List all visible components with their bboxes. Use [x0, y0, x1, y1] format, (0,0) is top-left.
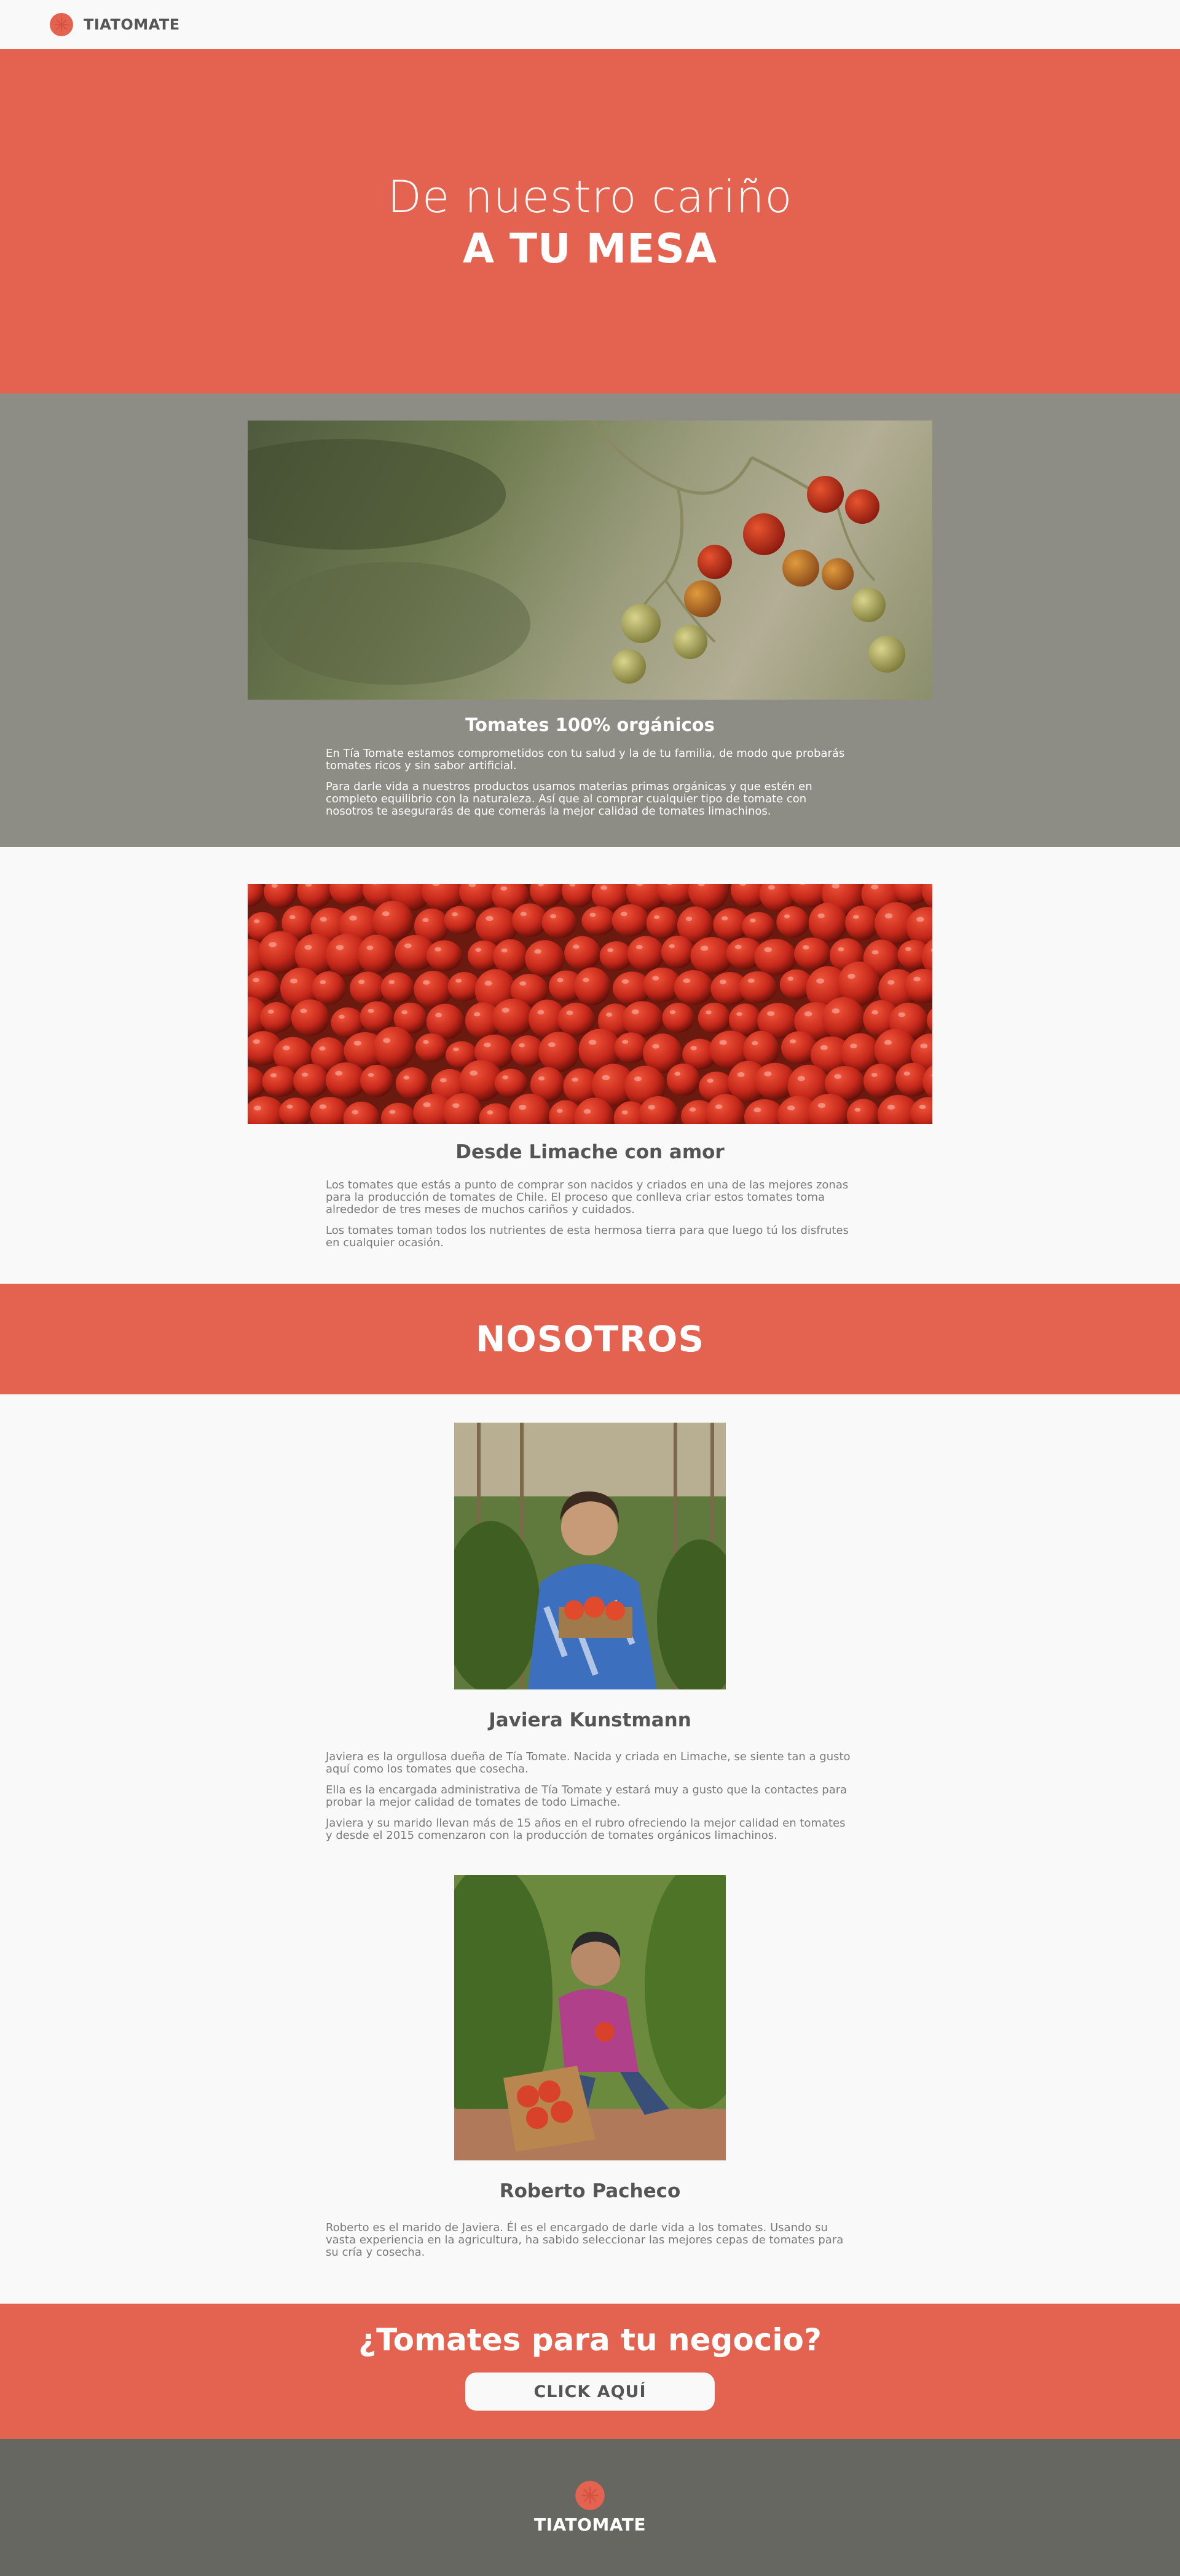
nosotros-banner: NOSOTROS — [0, 1284, 1180, 1394]
member-bio-2: Ella es la encargada administrativa de T… — [326, 1784, 848, 1809]
limache-paragraph-1: Los tomates que estás a punto de comprar… — [326, 1179, 849, 1216]
member-name: Javiera Kunstmann — [489, 1709, 691, 1731]
tomato-vine-photo — [248, 421, 932, 700]
javiera-portrait-photo — [454, 1423, 726, 1689]
footer: TIATOMATE — [0, 2439, 1180, 2576]
footer-brand-name: TIATOMATE — [533, 2515, 646, 2535]
organic-paragraph-1: En Tía Tomate estamos comprometidos con … — [326, 747, 845, 772]
team-section: Javiera Kunstmann Javiera es la orgullos… — [0, 1394, 1180, 2304]
hero-tagline: De nuestro cariño — [387, 170, 793, 223]
limache-section: Desde Limache con amor Los tomates que e… — [0, 847, 1180, 1284]
navbar: TIATOMATE — [0, 0, 1180, 49]
cta-button[interactable]: CLICK AQUÍ — [465, 2373, 715, 2411]
team-member-javiera: Javiera Kunstmann Javiera es la orgullos… — [0, 1423, 1180, 1842]
team-member-roberto: Roberto Pacheco Roberto es el marido de … — [0, 1875, 1180, 2259]
header-logo-link[interactable]: TIATOMATE — [49, 12, 180, 37]
hero-headline: A TU MESA — [462, 224, 718, 272]
brand-name: TIATOMATE — [84, 16, 180, 33]
organic-paragraph-2: Para darle vida a nuestros productos usa… — [326, 780, 812, 818]
member-name: Roberto Pacheco — [499, 2180, 681, 2202]
nosotros-title: NOSOTROS — [475, 1318, 705, 1360]
member-bio-3: Javiera y su marido llevan más de 15 año… — [326, 1817, 846, 1842]
organic-title: Tomates 100% orgánicos — [465, 714, 715, 735]
cta-section: ¿Tomates para tu negocio? CLICK AQUÍ — [0, 2304, 1180, 2439]
hero-section: De nuestro cariño A TU MESA — [0, 49, 1180, 393]
member-bio-1: Roberto es el marido de Javiera. Él es e… — [326, 2221, 844, 2259]
organic-section: Tomates 100% orgánicos En Tía Tomate est… — [0, 393, 1180, 847]
limache-title: Desde Limache con amor — [455, 1141, 725, 1163]
roberto-portrait-photo — [454, 1875, 726, 2160]
cta-title: ¿Tomates para tu negocio? — [358, 2322, 822, 2358]
tomato-icon — [575, 2481, 605, 2510]
tomato-pile-photo — [248, 884, 932, 1124]
tomato-icon — [50, 13, 73, 36]
limache-paragraph-2: Los tomates toman todos los nutrientes d… — [326, 1224, 849, 1249]
member-bio-1: Javiera es la orgullosa dueña de Tía Tom… — [326, 1750, 851, 1776]
